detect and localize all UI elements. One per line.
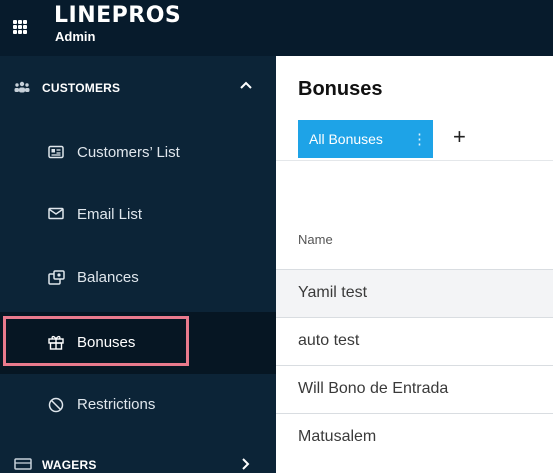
sidebar-section-wagers[interactable]: WAGERS	[0, 452, 276, 476]
chevron-right-icon[interactable]	[240, 458, 250, 470]
table-cell-name: auto test	[298, 332, 360, 349]
kebab-menu-icon[interactable]: ⋮	[412, 130, 427, 148]
table-row[interactable]: auto test	[276, 317, 553, 365]
top-bar: LINEPROS Admin	[0, 0, 553, 56]
wagers-icon	[14, 458, 32, 470]
selection-highlight	[3, 316, 189, 366]
tab-all-bonuses[interactable]: All Bonuses ⋮	[298, 120, 433, 158]
sidebar-item-label: Restrictions	[77, 396, 156, 413]
sidebar: CUSTOMERS Customers’ List Email List Bal…	[0, 56, 276, 473]
sidebar-item-balances[interactable]: Balances	[0, 247, 276, 309]
section-label-customers: CUSTOMERS	[42, 81, 121, 95]
sidebar-item-label: Customers’ List	[77, 144, 180, 161]
column-header-name[interactable]: Name	[298, 232, 333, 247]
section-label-wagers: WAGERS	[42, 458, 97, 472]
chevron-up-icon[interactable]	[240, 81, 252, 91]
tab-bar: All Bonuses ⋮ +	[276, 118, 553, 161]
envelope-icon	[48, 207, 64, 220]
add-tab-button[interactable]: +	[453, 125, 466, 149]
block-icon	[48, 397, 64, 413]
main-content: Bonuses All Bonuses ⋮ + Name Yamil test …	[276, 56, 553, 473]
sidebar-item-email-list[interactable]: Email List	[0, 184, 276, 246]
users-group-icon	[14, 81, 30, 93]
balance-icon	[48, 270, 65, 285]
table-cell-name: Yamil test	[298, 284, 368, 301]
id-card-icon	[48, 145, 64, 159]
sidebar-item-restrictions[interactable]: Restrictions	[0, 374, 276, 436]
table-row[interactable]: Yamil test	[276, 269, 553, 317]
apps-grid-icon[interactable]	[13, 20, 27, 34]
table-cell-name: Will Bono de Entrada	[298, 380, 449, 397]
table-row[interactable]: Matusalem	[276, 413, 553, 461]
table-row[interactable]: Will Bono de Entrada	[276, 365, 553, 413]
tab-label: All Bonuses	[309, 131, 383, 147]
sidebar-item-customers-list[interactable]: Customers’ List	[0, 122, 276, 184]
sidebar-item-label: Email List	[77, 206, 143, 223]
sidebar-item-label: Balances	[77, 269, 139, 286]
sidebar-section-customers[interactable]: CUSTOMERS	[0, 56, 276, 118]
brand-subtitle: Admin	[55, 29, 96, 44]
page-title: Bonuses	[298, 78, 383, 100]
table-cell-name: Matusalem	[298, 428, 377, 445]
brand-logo: LINEPROS	[54, 3, 182, 28]
